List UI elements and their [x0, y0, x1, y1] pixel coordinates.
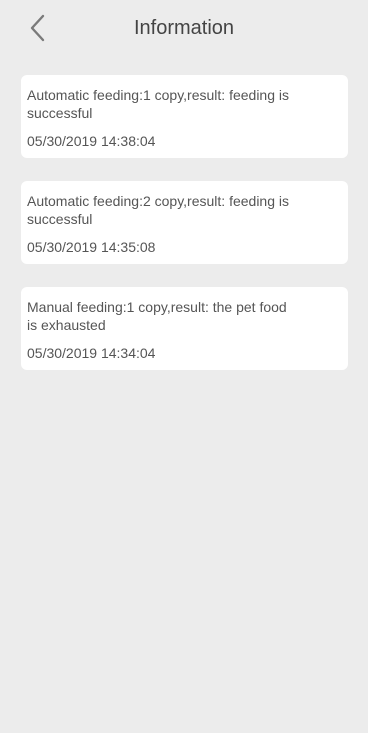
message-text: Automatic feeding:2 copy,result: feeding…: [27, 193, 290, 227]
navigation-header: Information: [0, 0, 368, 56]
message-card[interactable]: Automatic feeding:1 copy,result: feeding…: [21, 75, 348, 158]
message-text: Manual feeding:1 copy,result: the pet fo…: [27, 299, 287, 333]
message-time: 05/30/2019 14:35:08: [27, 239, 156, 255]
message-card[interactable]: Automatic feeding:2 copy,result: feeding…: [21, 181, 348, 264]
message-time: 05/30/2019 14:34:04: [27, 345, 156, 361]
message-card[interactable]: Manual feeding:1 copy,result: the pet fo…: [21, 287, 348, 370]
message-text: Automatic feeding:1 copy,result: feeding…: [27, 87, 290, 121]
message-list: Automatic feeding:1 copy,result: feeding…: [21, 75, 348, 393]
page-title: Information: [133, 17, 235, 39]
message-time: 05/30/2019 14:38:04: [27, 133, 156, 149]
